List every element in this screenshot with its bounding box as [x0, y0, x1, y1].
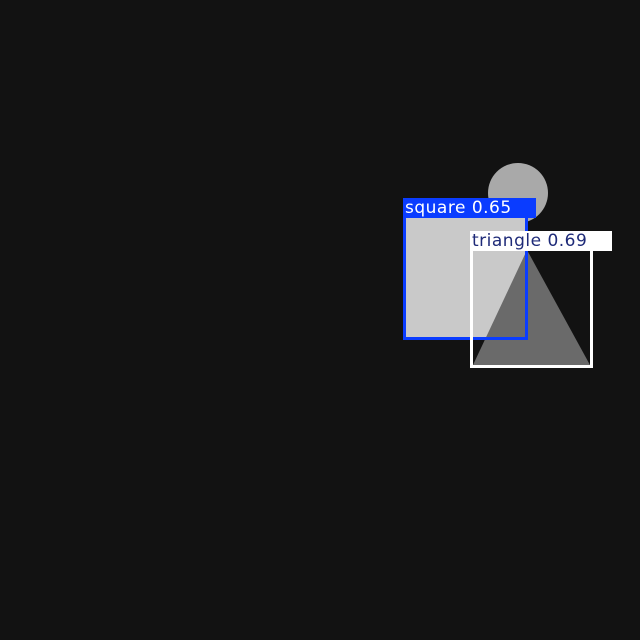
- detection-canvas: square 0.65 triangle 0.69: [0, 0, 640, 640]
- square-detection-label: square 0.65: [403, 198, 536, 218]
- triangle-bounding-box: [470, 248, 593, 368]
- triangle-detection-label: triangle 0.69: [470, 231, 612, 251]
